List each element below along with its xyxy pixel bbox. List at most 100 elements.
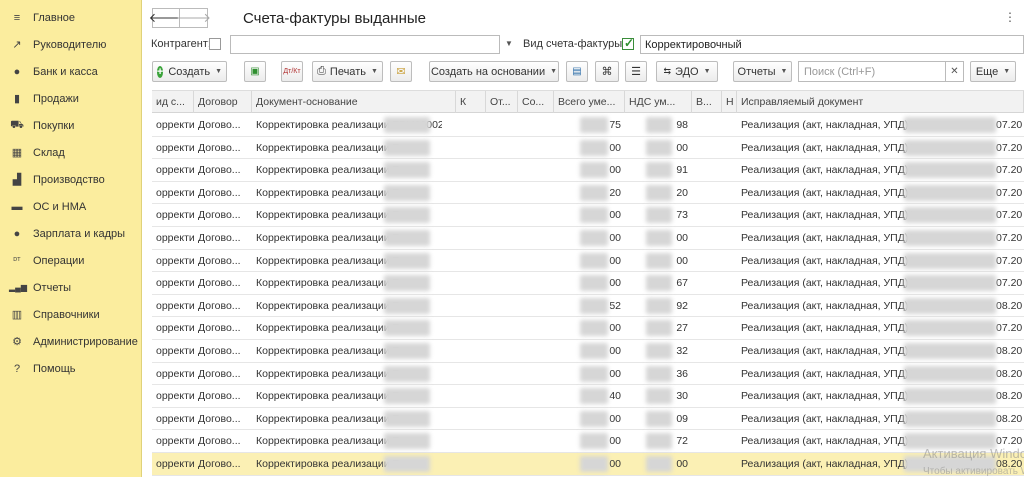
column-header[interactable]: К xyxy=(456,91,486,113)
invoice-type-checkbox[interactable] xyxy=(622,36,634,50)
invoice-type-field[interactable]: Корректировочный xyxy=(640,35,1024,54)
counterparty-checkbox[interactable] xyxy=(209,38,221,50)
sidebar-item[interactable]: ≡ Главное xyxy=(0,4,141,31)
column-header[interactable]: Всего уме... xyxy=(554,91,625,113)
redacted-block xyxy=(580,365,608,382)
redacted-block xyxy=(646,410,672,427)
column-header[interactable]: От... xyxy=(486,91,518,113)
redacted-block xyxy=(580,388,608,405)
redacted-block xyxy=(904,184,996,201)
column-header[interactable]: Договор xyxy=(194,91,252,113)
redacted-block xyxy=(580,410,608,427)
sidebar-item[interactable]: ● Банк и касса xyxy=(0,58,141,85)
table-row[interactable]: орректи...Догово...Корректировка реализа… xyxy=(152,114,1024,137)
sidebar-item[interactable]: ⚙ Администрирование xyxy=(0,328,141,355)
column-header[interactable]: НДС ум... xyxy=(625,91,692,113)
contract-cell: Догово... xyxy=(198,254,241,267)
date-cell: 07.20 xyxy=(996,277,1023,290)
table-row[interactable]: орректи...Догово...Корректировка реализа… xyxy=(152,340,1024,363)
table-row[interactable]: орректи...Догово...Корректировка реализа… xyxy=(152,317,1024,340)
column-header[interactable]: Н xyxy=(722,91,737,113)
date-cell: 07.20 xyxy=(996,164,1023,177)
invoice-kind-cell: орректи... xyxy=(156,141,194,154)
column-header[interactable]: Со... xyxy=(518,91,554,113)
sidebar-item[interactable]: ▮ Продажи xyxy=(0,85,141,112)
sidebar-item[interactable]: ▟ Производство xyxy=(0,166,141,193)
corrected-document-cell: Реализация (акт, накладная, УПД) Т xyxy=(741,186,912,199)
column-header[interactable]: В... xyxy=(692,91,722,113)
corrected-document-cell: Реализация (акт, накладная, УПД) Т xyxy=(741,209,912,222)
more-actions-icon[interactable]: ⋮ xyxy=(1004,10,1016,24)
column-header[interactable]: ид с... xyxy=(152,91,194,113)
invoice-kind-cell: орректи... xyxy=(156,186,194,199)
sidebar-item[interactable]: ? Помощь xyxy=(0,355,141,382)
counterparty-input[interactable] xyxy=(230,35,500,54)
date-cell: 08.20 xyxy=(996,412,1023,425)
print-button[interactable]: ⎙ Печать ▼ xyxy=(312,61,383,82)
attach-button[interactable]: ⌘ xyxy=(595,61,619,82)
redacted-block xyxy=(580,162,608,179)
sidebar-item[interactable]: ▥ Справочники xyxy=(0,301,141,328)
clear-search-icon[interactable]: ✕ xyxy=(946,61,964,82)
create-button[interactable]: + Создать ▼ xyxy=(152,61,227,82)
create-based-on-button[interactable]: Создать на основании ▼ xyxy=(429,61,559,82)
table-row[interactable]: орректи...Догово...Корректировка реализа… xyxy=(152,204,1024,227)
table-row[interactable]: орректи...Догово...Корректировка реализа… xyxy=(152,272,1024,295)
email-button[interactable]: ✉ xyxy=(390,61,412,82)
redacted-block xyxy=(646,252,672,269)
corrected-document-cell: Реализация (акт, накладная, УПД) Т xyxy=(741,412,912,425)
edo-button[interactable]: ⇆ ЭДО ▼ xyxy=(656,61,718,82)
more-button[interactable]: Еще ▼ xyxy=(970,61,1016,82)
table-row[interactable]: орректи...Догово...Корректировка реализа… xyxy=(152,295,1024,318)
table-row[interactable]: орректи...Догово...Корректировка реализа… xyxy=(152,430,1024,453)
table-row[interactable]: орректи...Догово...Корректировка реализа… xyxy=(152,453,1024,476)
post-document-button[interactable]: ▣ xyxy=(244,61,266,82)
table-row[interactable]: орректи...Догово...Корректировка реализа… xyxy=(152,250,1024,273)
contract-cell: Догово... xyxy=(198,232,241,244)
sidebar-item[interactable]: ▦ Склад xyxy=(0,139,141,166)
table-row[interactable]: орректи...Догово...Корректировка реализа… xyxy=(152,182,1024,205)
redacted-block xyxy=(904,230,996,246)
structure-button[interactable]: ▤ xyxy=(566,61,588,82)
redacted-block xyxy=(384,230,430,246)
corrected-document-cell: Реализация (акт, накладная, УПД) Т xyxy=(741,299,912,312)
contract-cell: Догово... xyxy=(198,299,241,312)
sidebar-item[interactable]: ● Зарплата и кадры xyxy=(0,220,141,247)
date-cell: 08.20 xyxy=(996,299,1023,312)
column-header[interactable]: Документ-основание xyxy=(252,91,456,113)
table-row[interactable]: орректи...Догово...Корректировка реализа… xyxy=(152,159,1024,182)
redacted-block xyxy=(384,456,430,472)
corrected-document-cell: Реализация (акт, накладная, УПД) Т xyxy=(741,345,912,357)
sidebar-item[interactable]: ↗ Руководителю xyxy=(0,31,141,58)
table-row[interactable]: орректи...Догово...Корректировка реализа… xyxy=(152,385,1024,408)
sidebar-item[interactable]: ▬ ОС и НМА xyxy=(0,193,141,220)
gear-icon: ⚙ xyxy=(12,336,22,348)
sidebar-item[interactable]: ᴰᵀ Операции xyxy=(0,247,141,274)
corrected-document-cell: Реализация (акт, накладная, УПД) Т xyxy=(741,277,912,290)
table-row[interactable]: орректи...Догово...Корректировка реализа… xyxy=(152,363,1024,386)
table-row[interactable]: орректи...Догово...Корректировка реализа… xyxy=(152,227,1024,250)
redacted-block xyxy=(904,320,996,337)
table-row[interactable]: орректи...Догово...Корректировка реализа… xyxy=(152,137,1024,160)
redacted-block xyxy=(580,343,608,359)
redacted-block xyxy=(646,117,672,133)
corrected-document-cell: Реализация (акт, накладная, УПД) Т xyxy=(741,390,912,403)
sidebar-item[interactable]: ▂▄▆ Отчеты xyxy=(0,274,141,301)
truck-icon: ▬ xyxy=(11,200,23,213)
sidebar-item-label: Помощь xyxy=(33,362,76,375)
table-row[interactable]: орректи...Догово...Корректировка реализа… xyxy=(152,408,1024,431)
column-header[interactable]: Исправляемый документ xyxy=(737,91,1024,113)
toolbar: + Создать ▼ ▣ Дт/Кт ⎙ Печать ▼ ✉ Создать… xyxy=(143,60,1024,84)
activation-watermark: Активация Windo xyxy=(923,446,1024,461)
table-header: ид с... Договор Документ-основание К От... Со… xyxy=(152,90,1024,113)
list-button[interactable]: ☰ xyxy=(625,61,647,82)
invoice-kind-cell: орректи... xyxy=(156,412,194,425)
dt-kt-button[interactable]: Дт/Кт xyxy=(281,61,303,82)
search-input[interactable]: Поиск (Ctrl+F) xyxy=(798,61,946,82)
sidebar-item[interactable]: ⛟ Покупки xyxy=(0,112,141,139)
chevron-down-icon[interactable]: ▼ xyxy=(505,39,513,48)
redacted-block xyxy=(580,117,608,133)
sidebar-item-label: Зарплата и кадры xyxy=(33,227,126,240)
reports-button[interactable]: Отчеты ▼ xyxy=(733,61,792,82)
forward-button[interactable]: 🡒 xyxy=(176,8,211,28)
